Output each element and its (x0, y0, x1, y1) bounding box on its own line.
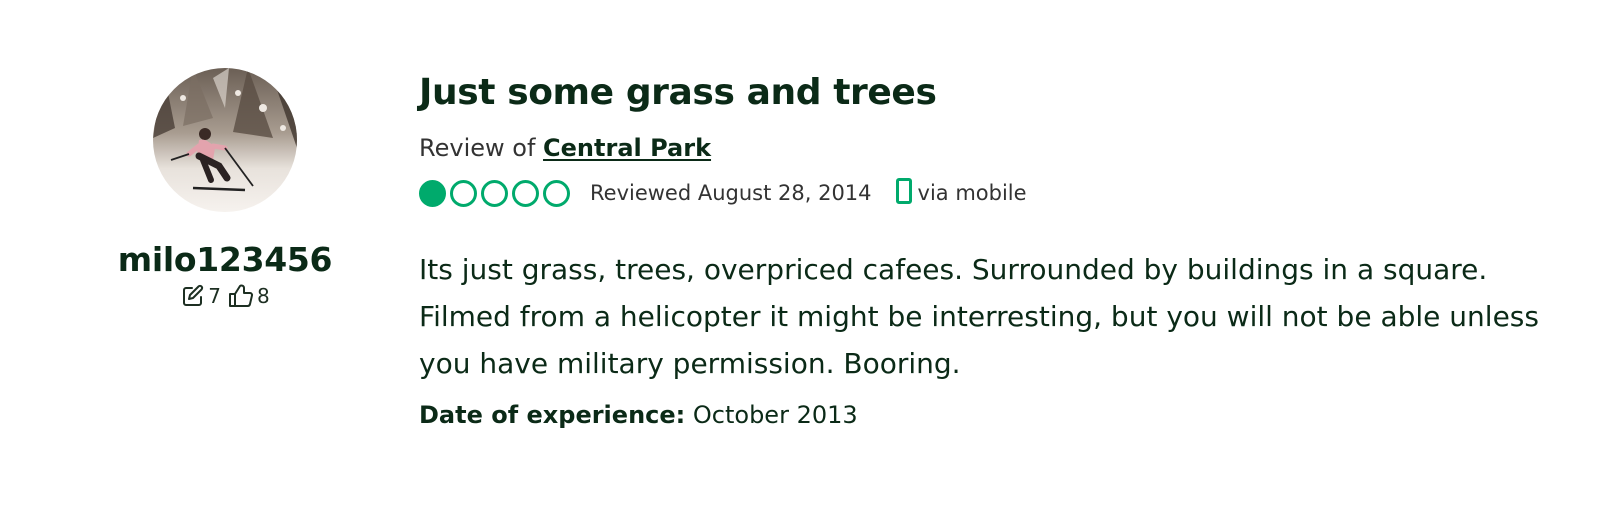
avatar-photo (153, 68, 297, 212)
review-meta: Reviewed August 28, 2014 via mobile (419, 177, 1559, 209)
review-text: Its just grass, trees, overpriced cafees… (419, 253, 1539, 380)
avatar[interactable] (153, 68, 297, 212)
rating-bubble-empty (512, 179, 539, 207)
attraction-link[interactable]: Central Park (543, 134, 711, 162)
pencil-edit-icon (180, 283, 206, 309)
reviewer-profile: milo123456 7 8 (100, 68, 350, 310)
review-content: Just some grass and trees Review of Cent… (419, 70, 1559, 431)
mobile-phone-icon (895, 177, 912, 209)
contributions-stat: 7 (180, 282, 221, 310)
date-of-experience: Date of experience: October 2013 (419, 399, 1559, 431)
review-card: milo123456 7 8 Just some grass and trees… (0, 0, 1617, 517)
via-mobile: via mobile (895, 177, 1027, 209)
rating-bubble-empty (543, 179, 570, 207)
date-of-experience-label: Date of experience: (419, 401, 686, 429)
rating-bubble-filled (419, 179, 446, 207)
date-of-experience-value: October 2013 (692, 401, 858, 429)
helpful-votes-stat: 8 (227, 282, 270, 310)
username[interactable]: milo123456 (118, 240, 333, 280)
bubble-rating (419, 179, 570, 207)
reviewed-date: Reviewed August 28, 2014 (590, 181, 872, 205)
rating-bubble-empty (450, 179, 477, 207)
helpful-votes-count: 8 (257, 284, 270, 308)
rating-bubble-empty (481, 179, 508, 207)
review-of-prefix: Review of (419, 134, 536, 162)
thumbs-up-icon (227, 283, 255, 309)
review-of-line: Review of Central Park (419, 132, 1559, 164)
contributions-count: 7 (208, 284, 221, 308)
review-title[interactable]: Just some grass and trees (419, 70, 1559, 116)
via-mobile-label: via mobile (917, 181, 1027, 205)
reviewer-stats: 7 8 (180, 282, 270, 310)
